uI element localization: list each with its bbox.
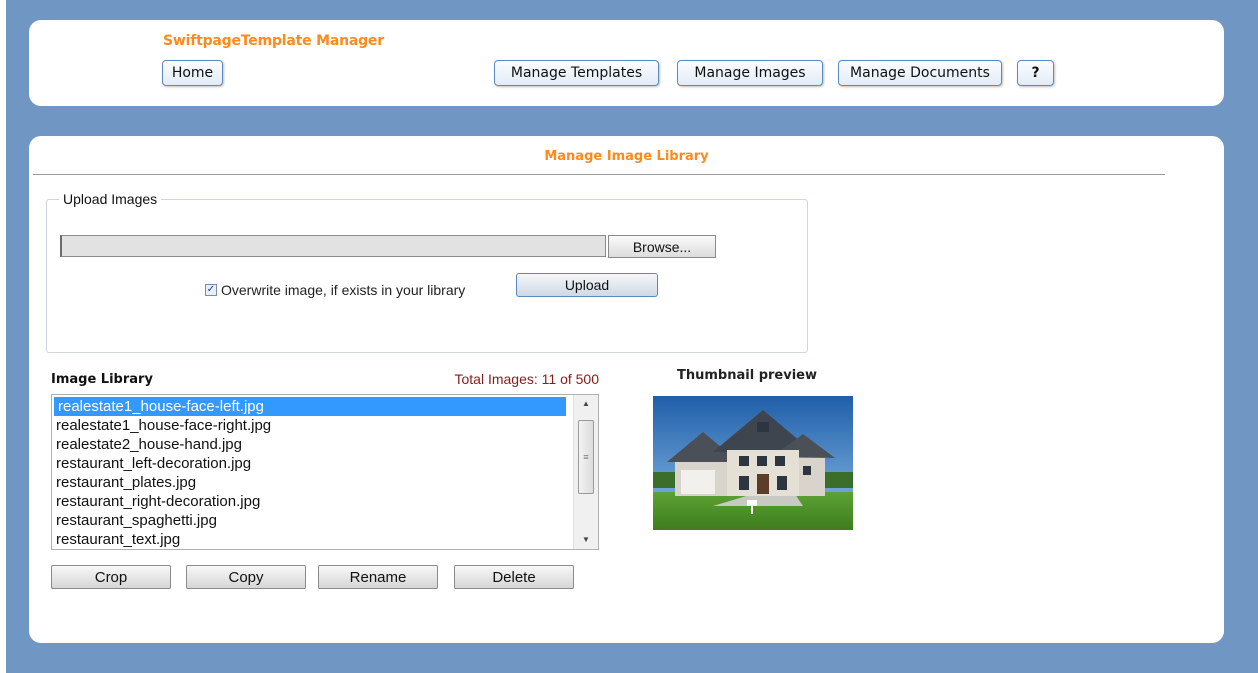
image-library-title: Image Library: [51, 372, 153, 387]
app-brand: SwiftpageTemplate Manager: [163, 33, 384, 49]
delete-button[interactable]: Delete: [454, 565, 574, 589]
home-button[interactable]: Home: [162, 60, 223, 86]
manage-templates-button[interactable]: Manage Templates: [494, 60, 659, 86]
total-images-count: Total Images: 11 of 500: [454, 371, 600, 387]
main-panel: Manage Image Library Upload Images Brows…: [29, 136, 1224, 643]
upload-button[interactable]: Upload: [516, 273, 658, 297]
manage-images-button[interactable]: Manage Images: [677, 60, 823, 86]
browse-button[interactable]: Browse...: [608, 235, 716, 258]
upload-fieldset: [46, 199, 808, 353]
overwrite-checkbox[interactable]: ✓: [205, 284, 217, 296]
thumbnail-preview-title: Thumbnail preview: [677, 368, 817, 383]
list-item[interactable]: realestate1_house-face-right.jpg: [52, 416, 566, 435]
help-button[interactable]: ?: [1017, 60, 1054, 86]
scroll-down-icon[interactable]: ▼: [574, 531, 598, 549]
list-scrollbar[interactable]: ▲ ≡ ▼: [573, 395, 598, 549]
list-item[interactable]: realestate2_house-hand.jpg: [52, 435, 566, 454]
title-divider: [33, 174, 1165, 175]
list-item[interactable]: restaurant_plates.jpg: [52, 473, 566, 492]
list-item[interactable]: restaurant_text.jpg: [52, 530, 566, 549]
scroll-up-icon[interactable]: ▲: [574, 395, 598, 413]
crop-button[interactable]: Crop: [51, 565, 171, 589]
header-panel: SwiftpageTemplate Manager Home Manage Te…: [29, 20, 1224, 106]
list-item[interactable]: realestate1_house-face-left.jpg: [54, 397, 566, 416]
list-item[interactable]: restaurant_spaghetti.jpg: [52, 511, 566, 530]
list-item[interactable]: restaurant_left-decoration.jpg: [52, 454, 566, 473]
thumbnail-preview-image: [653, 396, 853, 530]
rename-button[interactable]: Rename: [318, 565, 438, 589]
manage-documents-button[interactable]: Manage Documents: [838, 60, 1002, 86]
scroll-thumb[interactable]: ≡: [578, 420, 594, 494]
image-library-list[interactable]: realestate1_house-face-left.jpg realesta…: [51, 394, 599, 550]
copy-button[interactable]: Copy: [186, 565, 306, 589]
file-path-input[interactable]: [60, 235, 606, 257]
list-item[interactable]: restaurant_right-decoration.jpg: [52, 492, 566, 511]
overwrite-option: ✓ Overwrite image, if exists in your lib…: [205, 282, 465, 298]
page-title: Manage Image Library: [544, 149, 709, 164]
overwrite-label: Overwrite image, if exists in your libra…: [221, 282, 466, 298]
upload-legend: Upload Images: [59, 191, 162, 207]
